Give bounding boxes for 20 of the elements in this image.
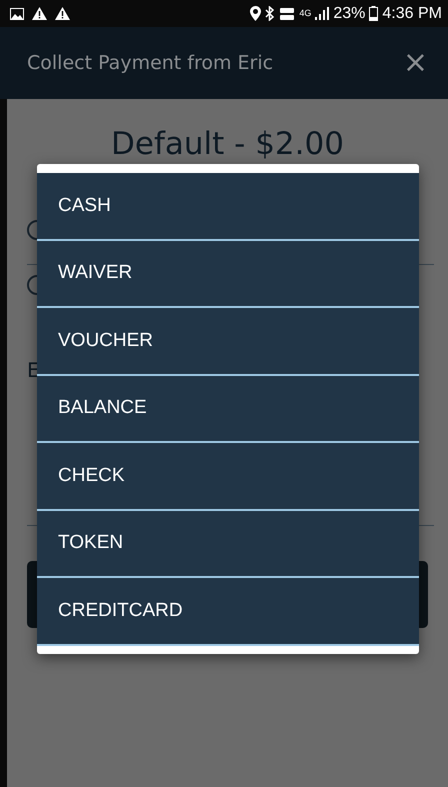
image-icon: [10, 8, 24, 20]
network-label: 4G: [299, 9, 312, 18]
payment-option[interactable]: CHECK: [37, 443, 419, 510]
amount-heading: Default - $2.00: [110, 125, 345, 164]
payment-option[interactable]: CASH: [37, 173, 419, 240]
payment-option[interactable]: WAIVER: [37, 240, 419, 308]
battery-percent: 23%: [333, 4, 366, 24]
warning-icon: [55, 7, 70, 20]
location-icon: [250, 6, 262, 21]
close-button[interactable]: ×: [402, 48, 428, 78]
warning-icon: [32, 7, 47, 20]
clock-time: 4:36 PM: [382, 4, 442, 24]
bluetooth-icon: [265, 6, 276, 21]
header-title: Collect Payment from Eric: [27, 50, 274, 76]
signal-icon: [315, 7, 330, 20]
payment-option[interactable]: VOUCHER: [37, 308, 419, 376]
payment-option[interactable]: CREDITCARD: [37, 578, 419, 646]
payment-option[interactable]: BALANCE: [37, 376, 419, 443]
battery-icon: [369, 6, 378, 21]
payment-option[interactable]: TOKEN: [37, 510, 419, 578]
